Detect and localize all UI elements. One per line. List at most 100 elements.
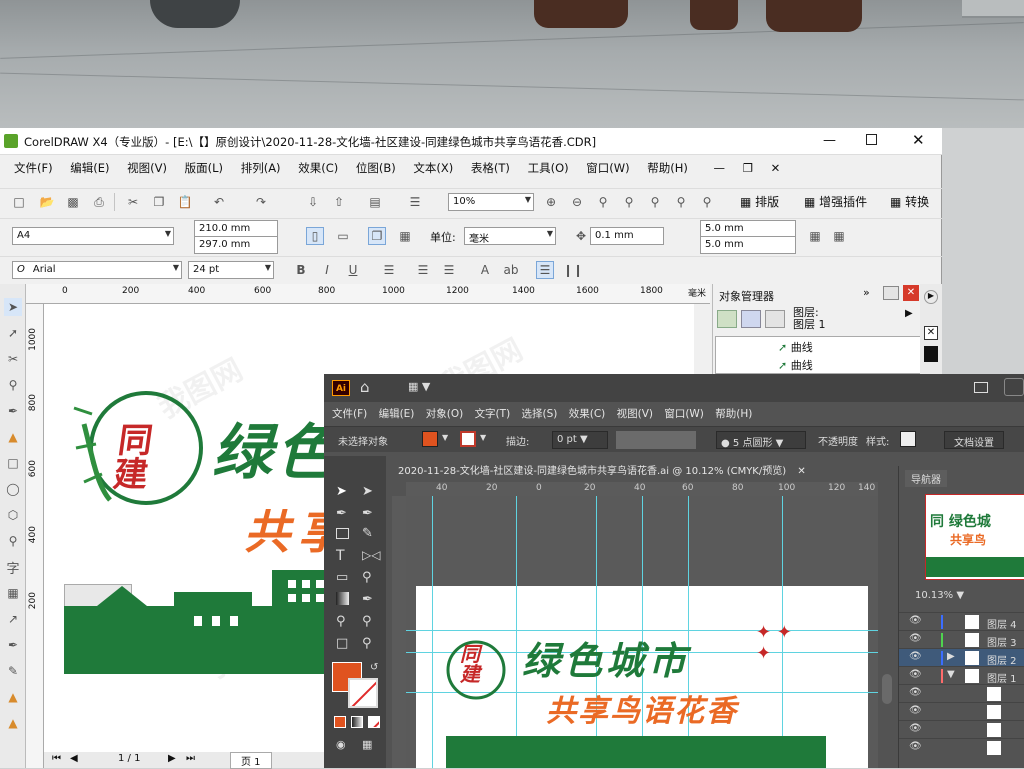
export-icon[interactable]: ⇧	[330, 193, 348, 211]
home-icon[interactable]: ⌂	[360, 378, 370, 396]
zoom-width-icon[interactable]: ⚲	[672, 193, 690, 211]
color-mode-none[interactable]	[368, 716, 380, 728]
menu-doc-minimize[interactable]: —	[714, 161, 726, 175]
color-mode-gradient[interactable]	[351, 716, 363, 728]
copy-icon[interactable]: ❐	[150, 193, 168, 211]
zoom-out-icon[interactable]: ⊖	[568, 193, 586, 211]
stroke-dropdown-icon[interactable]: ▼	[480, 433, 486, 442]
sublayer-row[interactable]: 👁	[899, 738, 1024, 756]
object-item-curve-1[interactable]: ➚ 曲线	[778, 339, 813, 355]
paper-size-select[interactable]: A4 ▼	[12, 227, 174, 245]
first-page-button[interactable]: ⏮	[52, 753, 61, 764]
font-size-select[interactable]: 24 pt ▼	[188, 261, 274, 279]
nudge-distance-field[interactable]: 0.1 mm	[590, 227, 664, 245]
crop-tool-icon[interactable]: ✂	[4, 350, 22, 368]
minimize-button[interactable]: —	[823, 133, 837, 148]
open-icon[interactable]: 📂	[38, 193, 56, 211]
zoom-height-icon[interactable]: ⚲	[698, 193, 716, 211]
stroke-swatch[interactable]	[460, 431, 476, 447]
menu-help[interactable]: 帮助(H)	[647, 160, 688, 176]
snap-icon[interactable]: ▦	[830, 227, 848, 245]
arrange-documents-icon[interactable]	[974, 382, 988, 393]
navigator-zoom-field[interactable]: 10.13% ▼	[915, 590, 964, 601]
basic-shapes-icon[interactable]: ⚲	[4, 532, 22, 550]
curvature-tool-icon[interactable]: ✒	[362, 506, 373, 521]
ellipse-tool-icon[interactable]: ◯	[4, 480, 22, 498]
welcome-icon[interactable]: ☰	[406, 193, 424, 211]
ai-canvas[interactable]: 同建 绿色城市 共享鸟语花香 ✦ ✦ ✦	[406, 496, 878, 768]
enhance-plugin-button[interactable]: ▦ 增强插件	[804, 193, 867, 210]
ai-stroke-color[interactable]	[348, 678, 378, 708]
black-swatch[interactable]	[924, 346, 938, 362]
zoom-in-icon[interactable]: ⊕	[542, 193, 560, 211]
swap-colors-icon[interactable]: ↺	[370, 662, 378, 673]
gradient-tool-icon[interactable]	[336, 592, 349, 605]
palette-scroll-up[interactable]: ▶	[924, 290, 938, 304]
menu-window[interactable]: 窗口(W)	[586, 160, 629, 176]
object-item-curve-2[interactable]: ➚ 曲线	[778, 357, 813, 373]
underline-icon[interactable]: U	[344, 261, 362, 279]
sublayer-row[interactable]: 👁	[899, 720, 1024, 738]
ai-menu-view[interactable]: 视图(V)	[617, 406, 653, 421]
menu-doc-restore[interactable]: ❐	[743, 161, 753, 175]
artboard-tool-icon[interactable]: □	[336, 636, 348, 651]
layout-button[interactable]: ▦ 排版	[740, 193, 779, 210]
search-help-icon[interactable]	[1004, 378, 1024, 396]
import-icon[interactable]: ⇩	[304, 193, 322, 211]
selection-tool-icon[interactable]: ➤	[336, 484, 347, 499]
pen-tool-icon[interactable]: ✒	[336, 506, 347, 521]
ai-menu-object[interactable]: 对象(O)	[426, 406, 463, 421]
zoom-tool-icon-ai[interactable]: ⚲	[362, 636, 372, 651]
layer-row-4[interactable]: 👁 图层 4	[899, 612, 1024, 631]
page-height-field[interactable]: 297.0 mm	[194, 236, 278, 254]
ai-menu-window[interactable]: 窗口(W)	[664, 406, 704, 421]
parallel-dimension-icon[interactable]: ↗	[4, 610, 22, 628]
text-format-icon[interactable]: A	[476, 261, 494, 279]
ai-menu-effect[interactable]: 效果(C)	[569, 406, 606, 421]
eyedropper-icon[interactable]: ✒	[4, 636, 22, 654]
docker-minimize-button[interactable]	[883, 286, 899, 300]
reflect-tool-icon[interactable]: ▷◁	[362, 548, 380, 562]
duplicate-y-field[interactable]: 5.0 mm	[700, 236, 796, 254]
warp-tool-icon[interactable]: ⚲	[362, 570, 372, 585]
save-icon[interactable]: ▩	[64, 193, 82, 211]
align-icon[interactable]: ☰	[380, 261, 398, 279]
rectangle-tool-icon-ai[interactable]	[336, 528, 349, 539]
current-page-icon[interactable]: ▦	[396, 227, 414, 245]
menu-tools[interactable]: 工具(O)	[528, 160, 569, 176]
outline-tool-icon[interactable]: ✎	[4, 662, 22, 680]
sublayer-row[interactable]: 👁	[899, 702, 1024, 720]
interactive-fill-icon[interactable]: ▲	[4, 714, 22, 732]
redo-icon[interactable]: ↷	[252, 193, 270, 211]
ai-document-tab[interactable]: 2020-11-28-文化墙-社区建设-同建绿色城市共享鸟语花香.ai @ 10…	[388, 458, 848, 478]
blend-tool-icon[interactable]: ⚲	[336, 614, 346, 629]
bullet-icon[interactable]: ☰	[414, 261, 432, 279]
print-icon[interactable]: ⎙	[90, 193, 108, 211]
docker-expand-icon[interactable]: »	[863, 286, 870, 299]
type-tool-icon[interactable]: T	[336, 548, 345, 564]
italic-icon[interactable]: I	[318, 261, 336, 279]
bold-icon[interactable]: B	[292, 261, 310, 279]
ai-panel-scrollbar[interactable]	[882, 674, 892, 704]
variable-width-profile[interactable]	[616, 431, 696, 449]
fill-dropdown-icon[interactable]: ▼	[442, 433, 448, 442]
edit-text-icon[interactable]: ab	[502, 261, 520, 279]
app-launcher-icon[interactable]: ▤	[366, 193, 384, 211]
layer-row-2[interactable]: 👁 ▶ 图层 2	[899, 648, 1024, 667]
menu-file[interactable]: 文件(F)	[14, 160, 53, 176]
cut-icon[interactable]: ✂	[124, 193, 142, 211]
polygon-tool-icon[interactable]: ⬡	[4, 506, 22, 524]
menu-doc-close[interactable]: ✕	[771, 161, 781, 175]
smart-fill-icon[interactable]: ▲	[4, 428, 22, 446]
menu-edit[interactable]: 编辑(E)	[70, 160, 109, 176]
units-select[interactable]: 毫米 ▼	[464, 227, 556, 245]
workspace-switcher-icon[interactable]: ▦ ▼	[408, 380, 430, 393]
convert-button[interactable]: ▦ 转换	[890, 193, 929, 210]
no-color-swatch[interactable]: ✕	[924, 326, 938, 340]
ai-menu-select[interactable]: 选择(S)	[522, 406, 558, 421]
layer-row-3[interactable]: 👁 图层 3	[899, 630, 1024, 649]
zoom-page-icon[interactable]: ⚲	[646, 193, 664, 211]
screen-mode-icon[interactable]: ▦	[362, 738, 372, 751]
layer-manager-view-icon[interactable]	[765, 310, 785, 328]
layer-row-1[interactable]: 👁 ▼ 图层 1	[899, 666, 1024, 685]
